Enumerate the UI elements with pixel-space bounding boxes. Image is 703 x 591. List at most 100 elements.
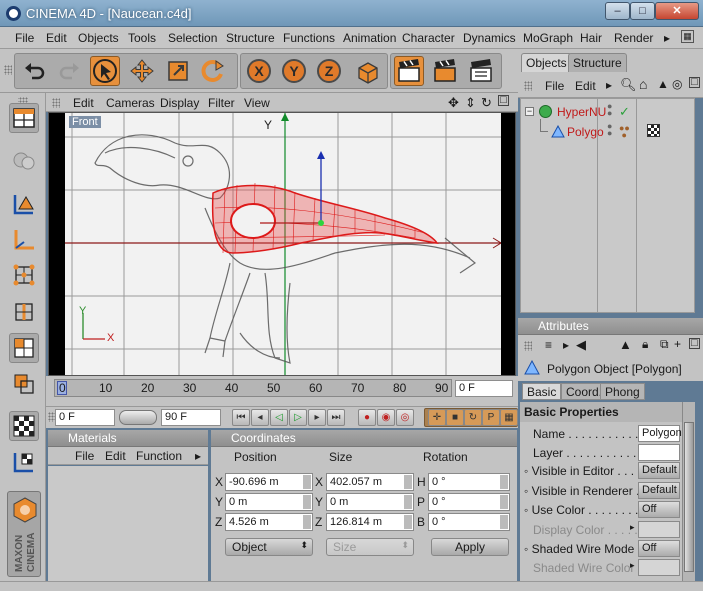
shaded-wire-mode-dropdown[interactable]: Off [638,540,680,557]
menu-animation[interactable]: Animation [343,31,396,45]
tab-basic[interactable]: Basic [522,383,562,400]
key-position-icon[interactable]: ✛ [428,409,446,426]
layout-views-icon[interactable] [9,103,39,133]
render-picture-icon[interactable] [430,56,460,86]
use-object-axis-icon[interactable] [9,225,39,255]
object-name[interactable]: HyperNU [557,105,606,119]
pos-y-field[interactable]: 0 m [225,493,313,511]
eye-icon[interactable]: ◎ [672,77,682,91]
menu-objects[interactable]: Objects [78,31,119,45]
viewport-grip[interactable] [52,98,60,108]
menu-character[interactable]: Character [402,31,455,45]
prev-key-icon[interactable]: ◂ [251,409,269,426]
keyframe-selection-icon[interactable]: ◎ [396,409,414,426]
back-arrow-icon[interactable]: ◀ [576,337,586,353]
key-pla-icon[interactable]: ▦ [500,409,518,426]
key-scale-icon[interactable]: ■ [446,409,464,426]
viewport-maximize-icon[interactable]: □ [498,95,509,106]
axis-y-icon[interactable]: Y [279,56,309,86]
maximize-button[interactable]: □ [630,2,655,20]
attributes-maximize-icon[interactable]: □ [689,338,700,349]
tab-objects[interactable]: Objects [521,53,572,72]
viewport-menu-view[interactable]: View [244,96,270,110]
attributes-scrollbar[interactable] [682,402,695,581]
menu-file[interactable]: File [15,31,34,45]
axis-x-icon[interactable]: X [244,56,274,86]
viewport-zoom-icon[interactable]: ⇕ [465,95,476,111]
rotate-icon[interactable] [198,56,228,86]
key-parameter-icon[interactable]: P [482,409,500,426]
viewport-move-icon[interactable]: ✥ [448,95,459,111]
goto-start-icon[interactable]: ⏮ [232,409,250,426]
play-backward-icon[interactable]: ◁ [270,409,288,426]
viewport-menu-cameras[interactable]: Cameras [106,96,155,110]
viewport-menu-display[interactable]: Display [160,96,199,110]
rot-h-field[interactable]: 0 ° [428,473,510,491]
use-point-tool-icon[interactable] [9,260,39,290]
render-settings-icon[interactable] [466,56,496,86]
scrollbar-thumb[interactable] [684,422,694,572]
up-arrow-icon[interactable]: ▲ [619,337,632,352]
start-frame-field[interactable]: 0 F [55,409,115,426]
menu-tools[interactable]: Tools [128,31,156,45]
size-y-field[interactable]: 0 m [326,493,414,511]
attributes-more-icon[interactable]: ▸ [563,338,569,352]
use-color-dropdown[interactable]: Off [638,501,680,518]
objects-list[interactable]: − HyperNU ● ● ✓ Polygo ● ● ●● ● [520,98,695,313]
visible-editor-dropdown[interactable]: Default [638,462,680,479]
viewport-menu-edit[interactable]: Edit [73,96,94,110]
materials-menu-function[interactable]: Function [136,449,182,463]
menu-render[interactable]: Render [614,31,653,45]
rot-p-field[interactable]: 0 ° [428,493,510,511]
name-field[interactable]: Polygon [638,425,682,442]
size-z-field[interactable]: 126.814 m [326,513,414,531]
up-arrow-icon[interactable]: ▲ [657,77,669,91]
viewport-front[interactable]: Front Y X Y [48,112,516,376]
pos-x-field[interactable]: -90.696 m [225,473,313,491]
materials-menu-file[interactable]: File [75,449,94,463]
objects-menu-edit[interactable]: Edit [575,79,596,93]
visible-renderer-dropdown[interactable]: Default [638,482,680,499]
texture-tag-icon[interactable] [647,124,660,137]
search-icon[interactable]: 🔍︎ [620,77,637,93]
materials-menu-more-icon[interactable]: ▸ [195,449,201,463]
menu-edit[interactable]: Edit [46,31,67,45]
shaded-wire-color-swatch[interactable] [638,559,680,576]
objects-grip[interactable] [524,81,532,91]
close-button[interactable]: ✕ [655,2,699,20]
viewport-canvas[interactable]: Front Y X Y [65,113,502,375]
key-rotation-icon[interactable]: ↻ [464,409,482,426]
checker-texture-icon[interactable] [9,411,39,441]
make-editable-icon[interactable] [9,145,39,175]
expand-arrow-icon[interactable]: ▸ [630,560,635,571]
layout-icon[interactable]: ▦ [681,30,694,43]
tab-phong[interactable]: Phong [600,383,645,400]
materials-menu-edit[interactable]: Edit [105,449,126,463]
texture-axis-icon[interactable] [9,447,39,477]
rot-b-field[interactable]: 0 ° [428,513,510,531]
play-forward-icon[interactable]: ▷ [289,409,307,426]
menu-more-arrow-icon[interactable]: ▸ [664,31,670,45]
collapse-icon[interactable]: − [525,107,534,116]
frame-range-slider[interactable] [119,410,157,425]
select-pointer-icon[interactable] [90,56,120,86]
scale-icon[interactable] [163,56,193,86]
move-icon[interactable] [127,56,157,86]
render-view-icon[interactable] [394,56,424,86]
undo-icon[interactable] [20,56,50,86]
record-active-icon[interactable]: ● [358,409,376,426]
autokey-icon[interactable]: ◉ [377,409,395,426]
viewport-menu-filter[interactable]: Filter [208,96,235,110]
home-icon[interactable]: ⌂ [639,76,647,92]
enabled-check-icon[interactable]: ✓ [619,104,630,120]
timeline-ruler[interactable]: 0 10 20 30 40 50 60 70 80 90 [54,379,452,397]
display-color-swatch[interactable] [638,521,680,538]
expand-arrow-icon[interactable]: ▸ [630,522,635,533]
size-x-field[interactable]: 402.057 m [326,473,414,491]
use-polygon-tool-icon[interactable] [9,333,39,363]
menu-mograph[interactable]: MoGraph [523,31,573,45]
end-frame-field[interactable]: 90 F [161,409,221,426]
visibility-dots-icon[interactable]: ● ● [607,102,612,118]
phong-tag-icon[interactable]: ●● ● [619,124,630,140]
menu-selection[interactable]: Selection [168,31,217,45]
